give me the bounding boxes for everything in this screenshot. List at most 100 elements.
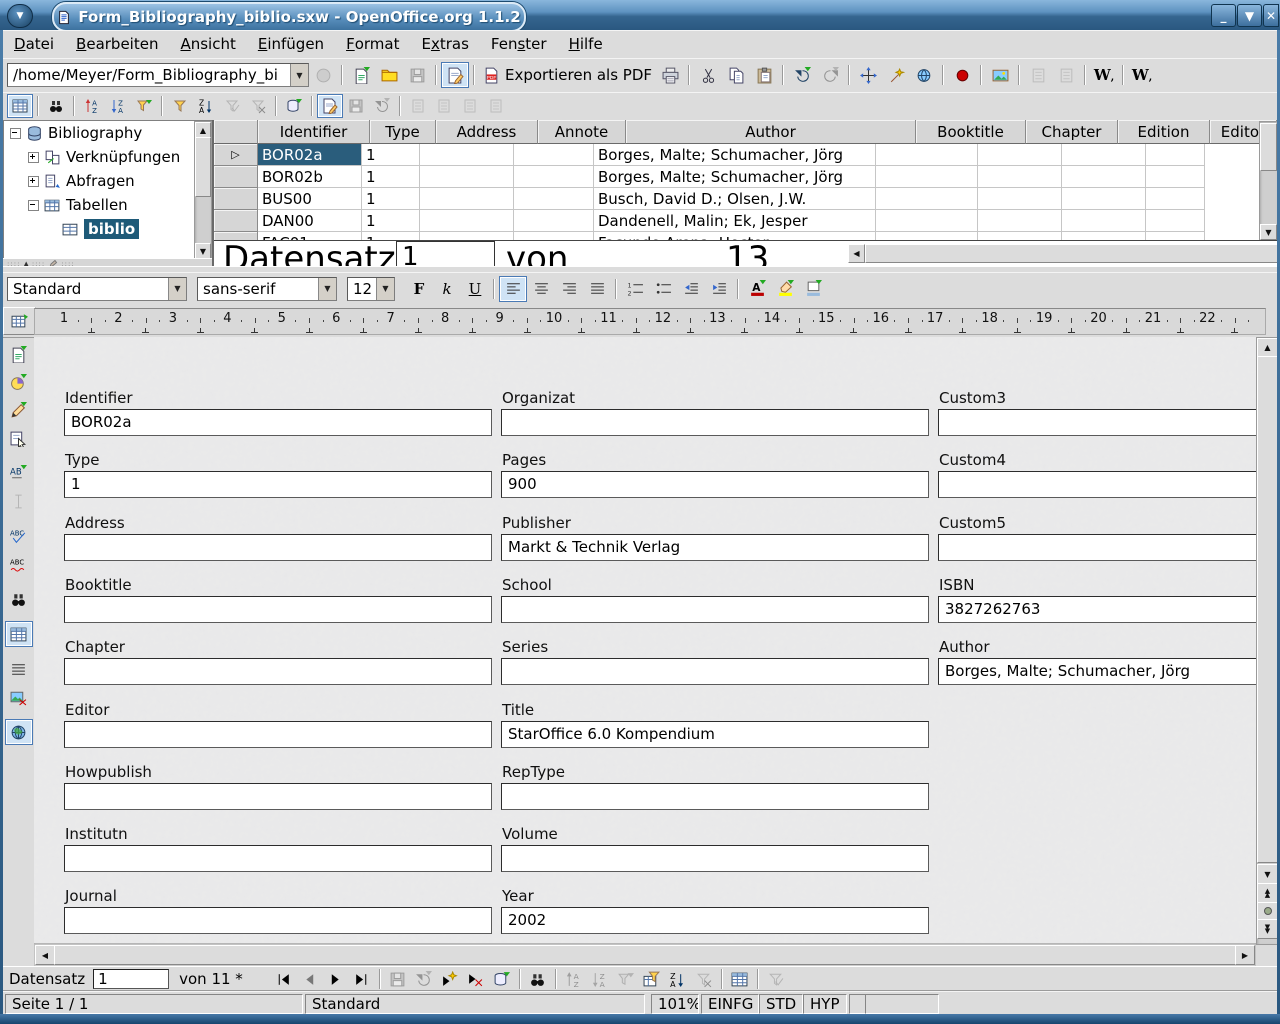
- fontsize-dropdown-icon[interactable]: ▼: [376, 278, 394, 300]
- form-field-year[interactable]: 2002: [501, 907, 929, 934]
- spellcheck-w-button[interactable]: W,: [1090, 62, 1118, 88]
- row-selector-header[interactable]: [214, 120, 258, 144]
- save-record-button[interactable]: [385, 968, 411, 991]
- explorer-scrollbar[interactable]: ▲ ▼: [194, 121, 212, 259]
- form-field-volume[interactable]: [501, 845, 929, 872]
- align-justify-button[interactable]: [583, 276, 611, 302]
- form-field-organizat[interactable]: [501, 409, 929, 436]
- undo-entry-button[interactable]: [411, 968, 437, 991]
- table-cell[interactable]: Borges, Malte; Schumacher, Jörg: [594, 144, 876, 166]
- new-record-button[interactable]: [437, 968, 463, 991]
- row-selector[interactable]: [214, 188, 258, 210]
- sort-button[interactable]: ZA: [665, 968, 691, 991]
- record-bar-input[interactable]: 1: [396, 241, 495, 267]
- insert-object-button[interactable]: [5, 369, 33, 395]
- table-cell[interactable]: [1146, 232, 1205, 240]
- table-cell[interactable]: [978, 210, 1062, 232]
- form-field-howpublish[interactable]: [64, 783, 492, 810]
- table-cell[interactable]: [514, 188, 594, 210]
- column-header-identifier[interactable]: Identifier: [258, 120, 370, 144]
- table-cell[interactable]: Dandenell, Malin; Ek, Jesper: [594, 210, 876, 232]
- mail-merge-button[interactable]: [457, 94, 483, 118]
- table-cell[interactable]: [514, 210, 594, 232]
- gallery-button[interactable]: [986, 62, 1014, 88]
- table-cell[interactable]: [978, 166, 1062, 188]
- form-field-publisher[interactable]: Markt & Technik Verlag: [501, 534, 929, 561]
- nonprinting-chars-button[interactable]: [5, 656, 33, 682]
- edit-file-button[interactable]: [441, 62, 469, 88]
- record-bar-scrollbar-thumb[interactable]: [865, 244, 1277, 263]
- table-cell[interactable]: [514, 144, 594, 166]
- underline-button[interactable]: U: [461, 276, 489, 302]
- form-field-type[interactable]: 1: [64, 471, 492, 498]
- form-functions-button[interactable]: [5, 425, 33, 451]
- sort-button[interactable]: ZA: [193, 94, 219, 118]
- form-field-booktitle[interactable]: [64, 596, 492, 623]
- form-field-title[interactable]: StarOffice 6.0 Kompendium: [501, 721, 929, 748]
- align-right-button[interactable]: [555, 276, 583, 302]
- table-cell[interactable]: [420, 210, 514, 232]
- column-header-chapter[interactable]: Chapter: [1026, 120, 1118, 144]
- table-cell[interactable]: [514, 166, 594, 188]
- help-agent-button[interactable]: [1052, 62, 1080, 88]
- menu-item-format[interactable]: Format: [335, 30, 410, 58]
- print-button[interactable]: [656, 62, 684, 88]
- style-value[interactable]: Standard: [8, 280, 168, 298]
- horizontal-scrollbar[interactable]: ◀ ▶: [34, 943, 1256, 966]
- data-to-fields-button[interactable]: [431, 94, 457, 118]
- vertical-scrollbar[interactable]: ▲ ▼ ▲▲ ▼▼: [1256, 337, 1279, 945]
- menu-item-datei[interactable]: Datei: [3, 30, 65, 58]
- current-record-marker[interactable]: ▷: [214, 144, 258, 166]
- form-field-custom3[interactable]: [938, 409, 1256, 436]
- form-field-journal[interactable]: [64, 907, 492, 934]
- undo-button[interactable]: [788, 62, 816, 88]
- font-value[interactable]: sans-serif: [198, 280, 318, 298]
- table-cell[interactable]: [978, 188, 1062, 210]
- form-field-pages[interactable]: 900: [501, 471, 929, 498]
- draw-functions-button[interactable]: [5, 397, 33, 423]
- table-cell[interactable]: 1: [362, 188, 420, 210]
- online-layout-button[interactable]: [5, 719, 33, 745]
- table-cell[interactable]: Busch, David D.; Olsen, J.W.: [594, 188, 876, 210]
- status-insert-mode[interactable]: EINFG: [701, 994, 759, 1014]
- thesaurus-w-button[interactable]: W,: [1128, 62, 1156, 88]
- sort-ascending-button[interactable]: AZ: [79, 94, 105, 118]
- table-cell[interactable]: [1062, 232, 1146, 240]
- expand-icon[interactable]: [28, 152, 39, 163]
- autospellcheck-button[interactable]: ABC: [5, 551, 33, 577]
- table-cell[interactable]: 1: [362, 210, 420, 232]
- apply-filter-button[interactable]: [763, 968, 789, 991]
- save-document-button[interactable]: [403, 62, 431, 88]
- table-cell[interactable]: DAN00: [258, 210, 362, 232]
- form-field-identifier[interactable]: BOR02a: [64, 409, 492, 436]
- refresh-data-button[interactable]: [281, 94, 307, 118]
- minimize-button[interactable]: _: [1211, 4, 1236, 27]
- datasource-as-table-button[interactable]: [727, 968, 753, 991]
- autofilter-button[interactable]: [131, 94, 157, 118]
- menu-item-fenster[interactable]: Fenster: [480, 30, 558, 58]
- table-cell[interactable]: [876, 166, 978, 188]
- last-record-button[interactable]: [349, 968, 375, 991]
- table-cell[interactable]: BOR02a: [258, 144, 362, 166]
- export-pdf-label[interactable]: Exportieren als PDF: [505, 66, 652, 84]
- hyperlink-button[interactable]: [910, 62, 938, 88]
- row-selector[interactable]: [214, 210, 258, 232]
- table-cell[interactable]: [1062, 188, 1146, 210]
- record-changes-button[interactable]: [948, 62, 976, 88]
- tree-item-label[interactable]: Abfragen: [66, 172, 135, 190]
- url-combobox[interactable]: /home/Meyer/Form_Bibliography_bi ▼: [7, 63, 309, 87]
- table-cell[interactable]: [1146, 210, 1205, 232]
- form-field-chapter[interactable]: [64, 658, 492, 685]
- table-cell[interactable]: BOR02b: [258, 166, 362, 188]
- table-cell[interactable]: [876, 144, 978, 166]
- menu-item-ansicht[interactable]: Ansicht: [169, 30, 246, 58]
- increase-indent-button[interactable]: [705, 276, 733, 302]
- table-cell[interactable]: [1146, 166, 1205, 188]
- sort-descending-button[interactable]: ZA: [105, 94, 131, 118]
- sort-ascending-button[interactable]: AZ: [561, 968, 587, 991]
- tree-item-verknüpfungen[interactable]: Verknüpfungen: [4, 145, 213, 169]
- table-cell[interactable]: [978, 232, 1062, 240]
- find-replace-button[interactable]: [5, 586, 33, 612]
- cut-button[interactable]: [694, 62, 722, 88]
- save-record-button[interactable]: [343, 94, 369, 118]
